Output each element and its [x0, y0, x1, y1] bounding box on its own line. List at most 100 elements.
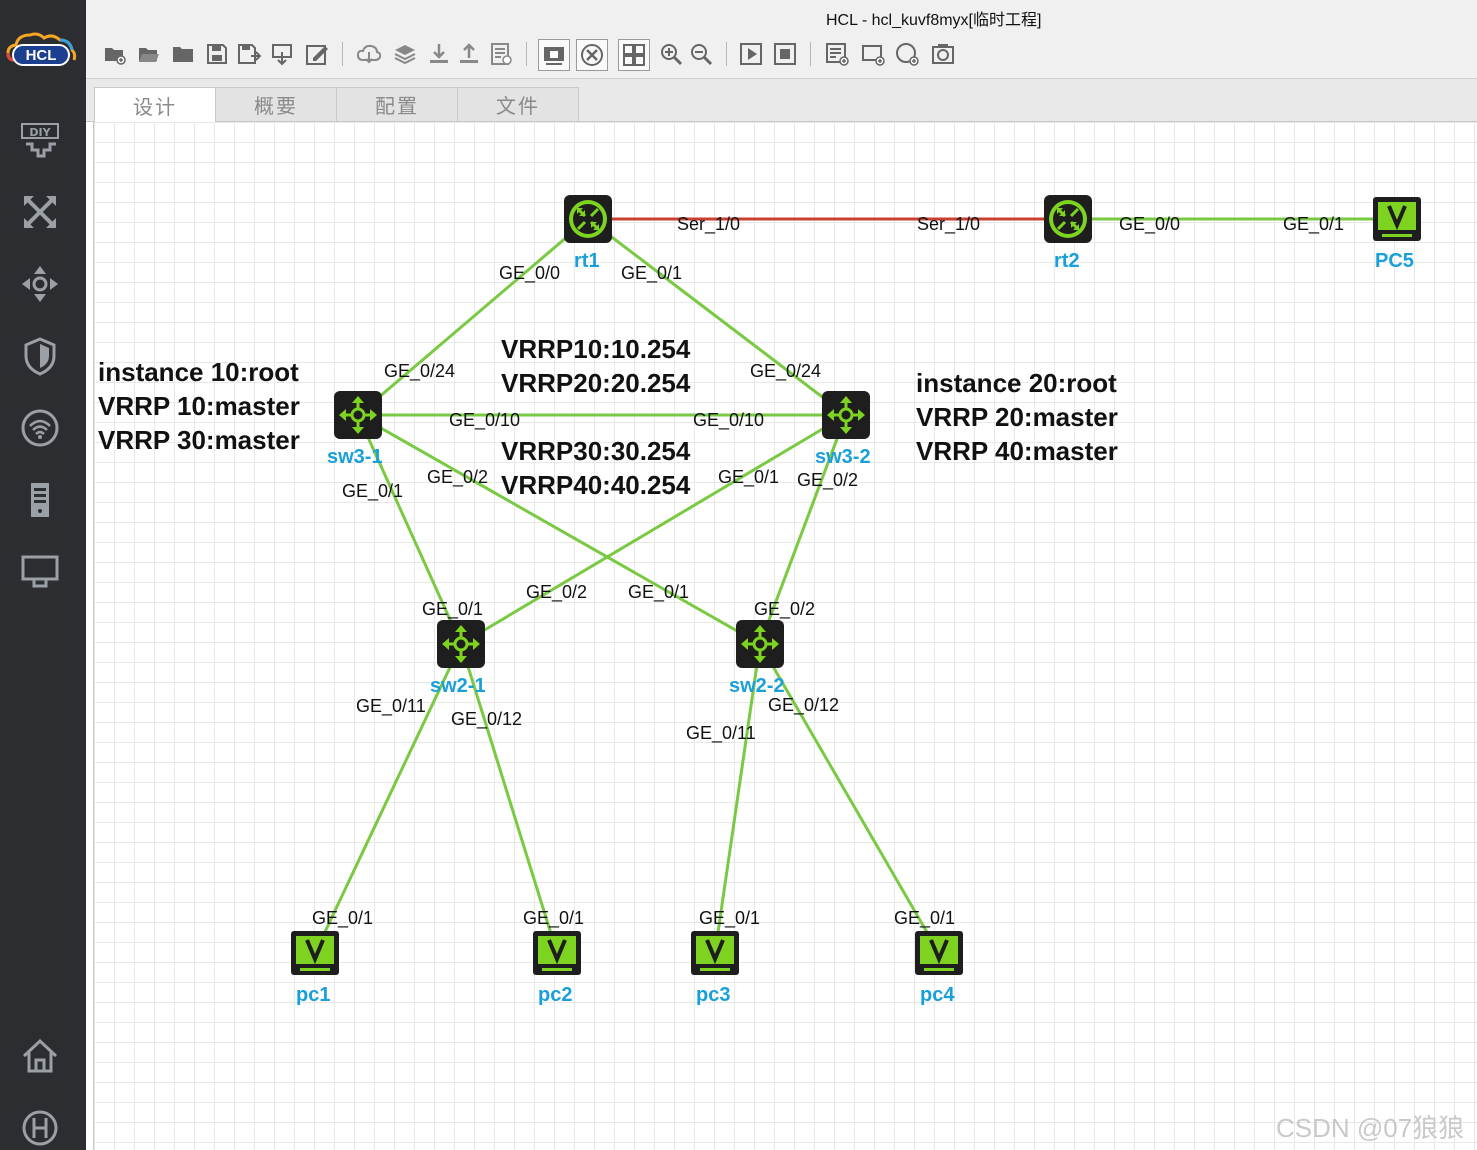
- note-line: VRRP 20:master: [916, 402, 1118, 432]
- port-label: GE_0/1: [621, 263, 683, 283]
- add-ellipse-icon[interactable]: [894, 40, 920, 68]
- server-icon[interactable]: [18, 478, 62, 522]
- port-label: GE_0/0: [1119, 214, 1181, 234]
- h-logo-icon[interactable]: [18, 1106, 62, 1150]
- pc-pc2-icon[interactable]: [532, 928, 582, 978]
- layers-icon[interactable]: [392, 40, 418, 68]
- port-label: GE_0/2: [797, 470, 859, 490]
- save-as-icon[interactable]: [236, 40, 262, 68]
- port-label: GE_0/12: [768, 695, 840, 715]
- port-label: GE_0/10: [449, 410, 521, 430]
- stop-all-icon[interactable]: [772, 40, 798, 68]
- device-label-rt1: rt1: [574, 250, 600, 272]
- pc-pc4-icon[interactable]: [914, 928, 964, 978]
- tab-design[interactable]: 设计: [94, 87, 216, 122]
- port-label: Ser_1/0: [677, 214, 741, 234]
- svg-text:HCL: HCL: [26, 47, 57, 64]
- pc-pc3-icon[interactable]: [690, 928, 740, 978]
- note-center-bottom: VRRP30:30.254 VRRP40:40.254: [501, 434, 690, 502]
- note-line: VRRP10:10.254: [501, 334, 691, 364]
- port-label: GE_0/1: [1283, 214, 1345, 234]
- switch-sw3-1-icon[interactable]: [333, 390, 383, 440]
- upload-icon[interactable]: [456, 40, 482, 68]
- port-label: GE_0/1: [523, 908, 585, 928]
- device-label-sw2-1: sw2-1: [430, 675, 486, 697]
- grid-view-icon[interactable]: [618, 39, 650, 71]
- watermark: CSDN @07狼狼: [1276, 1113, 1465, 1143]
- tab-config[interactable]: 配置: [336, 87, 458, 121]
- hcl-logo: HCL: [4, 30, 78, 74]
- note-line: VRRP30:30.254: [501, 436, 691, 466]
- save-icon[interactable]: [204, 40, 230, 68]
- topology-view-icon[interactable]: [576, 39, 608, 71]
- new-project-icon[interactable]: [102, 40, 128, 68]
- terminal-icon[interactable]: [18, 550, 62, 594]
- note-line: VRRP 10:master: [98, 391, 300, 421]
- screenshot-icon[interactable]: [930, 40, 956, 68]
- port-label: GE_0/1: [342, 481, 404, 501]
- device-label-pc5: PC5: [1375, 250, 1414, 272]
- capture-window-icon[interactable]: [538, 39, 570, 71]
- window-title: HCL - hcl_kuvf8myx[临时工程]: [826, 12, 1042, 29]
- port-label: GE_0/1: [718, 467, 780, 487]
- toolbar: [86, 30, 1477, 79]
- pc-pc5-icon[interactable]: [1372, 194, 1422, 244]
- pc-pc1-icon[interactable]: [290, 928, 340, 978]
- note-left: instance 10:root VRRP 10:master VRRP 30:…: [98, 355, 300, 457]
- tab-summary[interactable]: 概要: [215, 87, 337, 121]
- port-label: GE_0/1: [699, 908, 761, 928]
- shield-icon[interactable]: [18, 334, 62, 378]
- start-all-icon[interactable]: [738, 40, 764, 68]
- port-label: GE_0/11: [686, 723, 756, 743]
- port-label: GE_0/1: [312, 908, 374, 928]
- zoom-out-icon[interactable]: [688, 40, 714, 68]
- design-canvas[interactable]: rt1 rt2 PC5 sw3-1 sw3-2 sw2-1 sw2-2 pc1 …: [93, 122, 1477, 1150]
- device-label-pc2: pc2: [538, 984, 573, 1006]
- device-label-pc4: pc4: [920, 984, 955, 1006]
- switch-sw2-2-icon[interactable]: [735, 619, 785, 669]
- title-bar: HCL - hcl_kuvf8myx[临时工程]: [86, 0, 1477, 30]
- switch-sw3-2-icon[interactable]: [821, 390, 871, 440]
- wifi-icon[interactable]: [18, 406, 62, 450]
- tab-files[interactable]: 文件: [457, 87, 579, 121]
- zoom-in-icon[interactable]: [658, 40, 684, 68]
- router-rt1-icon[interactable]: [563, 194, 613, 244]
- note-center-top: VRRP10:10.254 VRRP20:20.254: [501, 332, 690, 400]
- device-label-pc3: pc3: [696, 984, 731, 1006]
- switch-icon[interactable]: [18, 262, 62, 306]
- device-label-rt2: rt2: [1054, 250, 1080, 272]
- log-icon[interactable]: [488, 40, 514, 68]
- add-note-icon[interactable]: [824, 40, 850, 68]
- note-line: instance 20:root: [916, 368, 1117, 398]
- home-icon[interactable]: [18, 1034, 62, 1078]
- port-label: GE_0/10: [693, 410, 765, 430]
- port-label: Ser_1/0: [917, 214, 981, 234]
- note-line: instance 10:root: [98, 357, 299, 387]
- open-project-icon[interactable]: [136, 40, 162, 68]
- note-line: VRRP 30:master: [98, 425, 300, 455]
- device-label-pc1: pc1: [296, 984, 331, 1006]
- open-folder-icon[interactable]: [170, 40, 196, 68]
- diy-icon[interactable]: DIY: [18, 118, 62, 162]
- note-line: VRRP20:20.254: [501, 368, 691, 398]
- port-label: GE_0/2: [526, 582, 588, 602]
- import-icon[interactable]: [270, 40, 296, 68]
- switch-sw2-1-icon[interactable]: [436, 619, 486, 669]
- note-right: instance 20:root VRRP 20:master VRRP 40:…: [916, 366, 1118, 468]
- download-icon[interactable]: [426, 40, 452, 68]
- router-rt2-icon[interactable]: [1043, 194, 1093, 244]
- edit-icon[interactable]: [304, 40, 330, 68]
- port-label: GE_0/1: [422, 599, 484, 619]
- port-label: GE_0/2: [427, 467, 489, 487]
- port-label: GE_0/24: [384, 361, 456, 381]
- device-label-sw3-1: sw3-1: [327, 446, 383, 468]
- port-label: GE_0/12: [451, 709, 523, 729]
- port-label: GE_0/1: [894, 908, 956, 928]
- port-label: GE_0/24: [750, 361, 822, 381]
- device-label-sw3-2: sw3-2: [815, 446, 871, 468]
- add-rectangle-icon[interactable]: [860, 40, 886, 68]
- cloud-icon[interactable]: [356, 40, 382, 68]
- link-sw22-pc4[interactable]: [758, 643, 941, 954]
- tab-bar: 设计 概要 配置 文件: [86, 79, 1477, 122]
- topology-icon[interactable]: [18, 190, 62, 234]
